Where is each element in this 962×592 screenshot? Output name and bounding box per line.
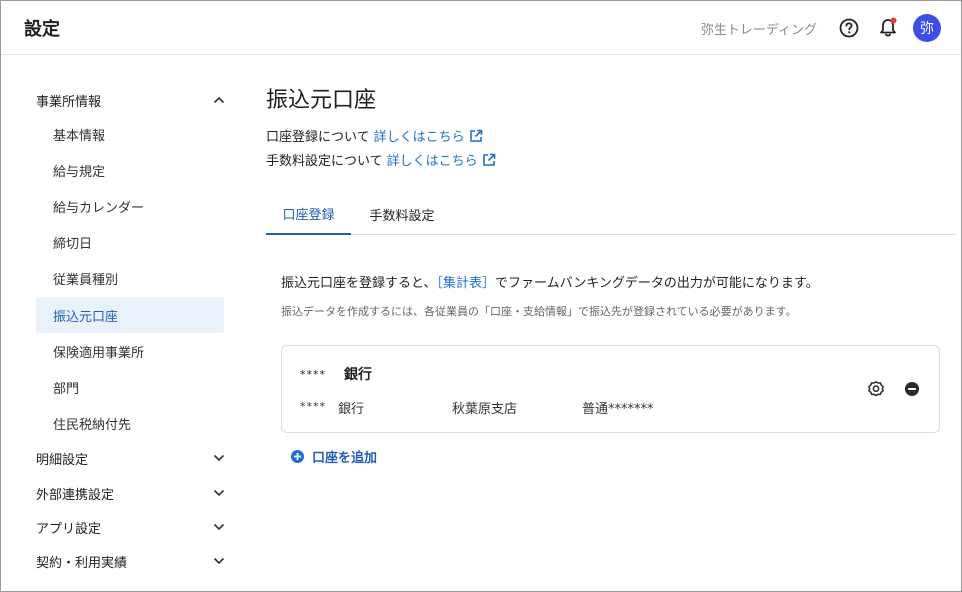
sidebar-group-label: 契約・利用実績 xyxy=(36,555,128,571)
add-account-button[interactable]: 口座を追加 xyxy=(291,446,377,466)
account-branch: 秋葉原支店 xyxy=(452,402,518,417)
gear-icon[interactable] xyxy=(866,379,886,399)
sidebar-group-label: 外部連携設定 xyxy=(36,487,115,503)
sidebar-item-closing-date[interactable]: 締切日 xyxy=(36,224,224,260)
remove-circle-icon[interactable] xyxy=(902,379,922,399)
info-line-account-registration: 口座登録について 詳しくはこちら xyxy=(266,126,483,145)
sidebar-item-transfer-account[interactable]: 振込元口座 xyxy=(36,297,224,333)
sidebar-group-label: 事業所情報 xyxy=(36,94,102,110)
description-text: 振込元口座を登録すると、 xyxy=(281,276,437,291)
sidebar-group-office-info[interactable]: 事業所情報 xyxy=(36,83,226,117)
company-name[interactable]: 弥生トレーディング xyxy=(701,19,817,38)
external-link-icon xyxy=(482,153,496,167)
info-line-fee-settings: 手数料設定について 詳しくはこちら xyxy=(266,150,496,169)
tab-account-registration[interactable]: 口座登録 xyxy=(266,193,351,235)
info-text: 口座登録について xyxy=(266,130,370,145)
sidebar-item-department[interactable]: 部門 xyxy=(36,369,224,405)
tab-fee-settings[interactable]: 手数料設定 xyxy=(354,193,450,235)
details-link-label: 詳しくはこちら xyxy=(373,130,465,145)
sidebar-group-external-integration[interactable]: 外部連携設定 xyxy=(36,476,226,510)
add-account-label: 口座を追加 xyxy=(312,450,378,466)
sidebar-item-pay-rules[interactable]: 給与規定 xyxy=(36,152,224,188)
sidebar-group-app-settings[interactable]: アプリ設定 xyxy=(36,510,226,544)
chevron-down-icon xyxy=(212,451,226,465)
notification-bell-icon[interactable] xyxy=(877,17,899,39)
description-text: でファームバンキングデータの出力が可能になります。 xyxy=(495,276,819,291)
sidebar-group-label: アプリ設定 xyxy=(36,521,102,537)
bank-name-mask: **** xyxy=(300,367,326,381)
details-link[interactable]: 詳しくはこちら xyxy=(387,150,496,169)
sidebar-group-contract-usage[interactable]: 契約・利用実績 xyxy=(36,544,226,578)
summary-table-link[interactable]: ［集計表］ xyxy=(436,276,495,291)
bank-account-card: **** 銀行 **** 銀行 秋葉原支店 普通******* xyxy=(281,345,940,433)
sidebar-group-label: 明細設定 xyxy=(36,452,89,468)
sidebar-item-pay-calendar[interactable]: 給与カレンダー xyxy=(36,188,224,224)
bank-name: **** 銀行 xyxy=(300,364,372,384)
sidebar-item-employee-type[interactable]: 従業員種別 xyxy=(36,260,224,296)
chevron-down-icon xyxy=(212,520,226,534)
chevron-down-icon xyxy=(212,486,226,500)
details-link-label: 詳しくはこちら xyxy=(386,154,478,169)
sidebar-item-insurance-office[interactable]: 保険適用事業所 xyxy=(36,333,224,369)
page-header-title: 設定 xyxy=(24,19,60,40)
external-link-icon xyxy=(469,129,483,143)
app-header: 設定 弥生トレーディング 弥 xyxy=(1,1,961,55)
user-avatar[interactable]: 弥 xyxy=(913,14,941,42)
bank-name-label: 銀行 xyxy=(344,367,372,383)
account-bank: 銀行 xyxy=(338,402,365,417)
description: 振込元口座を登録すると、［集計表］でファームバンキングデータの出力が可能になりま… xyxy=(281,272,819,291)
chevron-down-icon xyxy=(212,554,226,568)
account-bank-mask: **** xyxy=(300,400,326,413)
account-type-number: 普通******* xyxy=(582,402,654,417)
sidebar-item-resident-tax[interactable]: 住民税納付先 xyxy=(36,405,224,441)
details-link[interactable]: 詳しくはこちら xyxy=(374,126,483,145)
help-icon[interactable] xyxy=(838,17,860,39)
sidebar-group-statement-settings[interactable]: 明細設定 xyxy=(36,441,226,475)
page-title: 振込元口座 xyxy=(266,88,377,113)
sidebar-item-basic-info[interactable]: 基本情報 xyxy=(36,116,224,152)
tab-bar: 口座登録 手数料設定 xyxy=(266,193,956,235)
add-circle-icon xyxy=(291,449,304,463)
info-text: 手数料設定について xyxy=(266,154,383,169)
chevron-up-icon xyxy=(212,93,226,107)
note-text: 振込データを作成するには、各従業員の「口座・支給情報」で振込先が登録されている必… xyxy=(281,305,797,318)
